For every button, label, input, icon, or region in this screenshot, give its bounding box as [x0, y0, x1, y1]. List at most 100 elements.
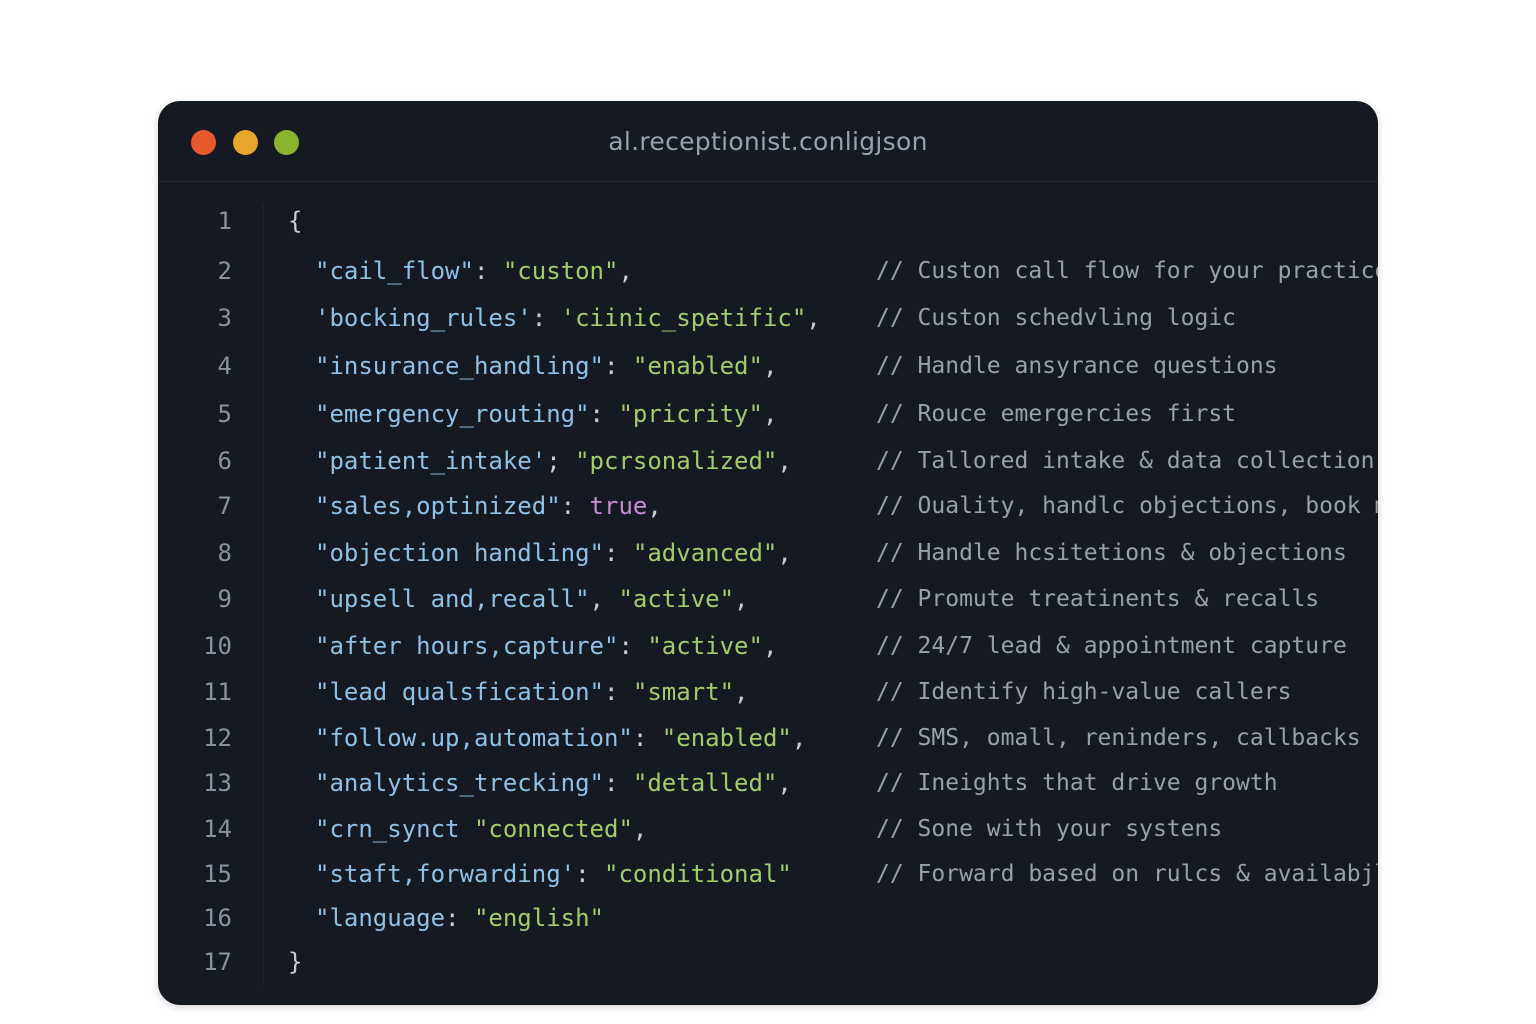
json-separator: : [445, 904, 474, 932]
json-trailing-comma: , [806, 304, 821, 332]
code-line: 2 "cail_flow": "custon", // Custon call fl… [158, 251, 1378, 291]
code-comment: // Ineights that drive growth [876, 770, 1278, 796]
json-key: "cail_flow" [315, 257, 474, 285]
json-separator: : [473, 257, 503, 285]
code-line: 16 "language: "english" [158, 898, 1378, 938]
code-line: 9 "upsell and,recall", "active", // Promut… [158, 579, 1378, 619]
line-number: 1 [217, 207, 232, 235]
json-key: "emergency_routing" [315, 400, 590, 428]
json-trailing-comma: , [777, 769, 792, 797]
code-statement: "lead qualsfication": "smart", [315, 672, 749, 712]
code-statement: "follow.up,automation": "enabled", [315, 718, 806, 758]
json-trailing-comma: , [734, 678, 749, 706]
code-comment: // 24/7 lead & appointment capture [876, 633, 1347, 659]
code-line: 7 "sales,optinized": true, // Ouality, han… [158, 486, 1378, 526]
json-value: "english" [473, 904, 604, 932]
json-value: "active" [647, 632, 763, 660]
code-line: 17} [158, 942, 1378, 982]
json-separator: : [632, 724, 662, 752]
line-number: 13 [203, 769, 232, 797]
code-content[interactable]: 1{2 "cail_flow": "custon",// Custon call … [158, 183, 1378, 1005]
json-trailing-comma: , [734, 585, 749, 613]
line-number: 17 [203, 948, 232, 976]
code-comment: // Handle hcsitetions & objections [876, 540, 1347, 566]
open-brace: { [288, 207, 303, 235]
line-number: 9 [217, 585, 232, 613]
json-key: "language [315, 904, 446, 932]
json-value: true [589, 492, 648, 520]
json-separator: , [589, 585, 619, 613]
json-key: "after hours,capture" [315, 632, 619, 660]
line-number: 3 [217, 304, 232, 332]
json-trailing-comma: , [762, 352, 778, 380]
json-value: "pricrity" [618, 400, 763, 428]
code-statement: "objection handling": "advanced", [315, 533, 792, 573]
code-line: 6 "patient_intake'; "pcrsonalized", // Tal… [158, 441, 1378, 481]
json-key: "analytics_trecking" [315, 769, 604, 797]
line-number: 14 [203, 815, 232, 843]
code-comment: // Custon call flow for your practico [876, 258, 1378, 284]
line-number: 4 [217, 352, 232, 380]
json-key: "patient_intake' [315, 447, 547, 475]
json-value: "smart" [632, 678, 735, 706]
json-trailing-comma: , [618, 257, 633, 285]
code-line: 8 "objection handling": "advanced", // Han… [158, 533, 1378, 573]
code-statement: "upsell and,recall", "active", [315, 579, 749, 619]
line-number: 12 [203, 724, 232, 752]
line-number: 8 [217, 539, 232, 567]
json-key: "sales,optinized" [315, 492, 561, 520]
code-comment: // Tallored intake & data collection [876, 448, 1375, 474]
json-value: "enabled" [632, 352, 763, 380]
code-comment: // Forward based on rulcs & availabjllty [876, 861, 1378, 887]
json-trailing-comma: , [762, 632, 778, 660]
code-line: 3 'bocking_rules': 'ciinic_spetific", // C… [158, 298, 1378, 338]
code-comment: // Ouality, handlc objections, book more [876, 493, 1378, 519]
json-value: 'ciinic_spetific" [560, 304, 807, 332]
json-trailing-comma: , [777, 447, 792, 475]
json-separator: : [618, 632, 648, 660]
json-trailing-comma: , [632, 815, 648, 843]
title-bar: al.receptionist.conligjson [158, 101, 1378, 182]
code-statement: 'bocking_rules': 'ciinic_spetific", [315, 298, 821, 338]
json-value: "active" [618, 585, 735, 613]
json-separator: ; [546, 447, 576, 475]
json-key: "staft,forwarding' [315, 860, 576, 888]
code-comment: // Identify high-value callers [876, 679, 1292, 705]
code-comment: // Handle ansyrance questions [876, 353, 1278, 379]
json-trailing-comma: , [791, 724, 807, 752]
json-value: "custon" [502, 257, 619, 285]
code-comment: // Promute treatinents & recalls [876, 586, 1320, 612]
code-statement: "language: "english" [315, 898, 604, 938]
code-line: 10 "after hours,capture": "active", // 24/… [158, 626, 1378, 666]
code-line: 5 "emergency_routing": "pricrity", // Rouc… [158, 394, 1378, 434]
json-separator: : [531, 304, 561, 332]
json-value: "advanced" [632, 539, 778, 567]
json-value: "conditional" [604, 860, 792, 888]
json-separator: : [603, 678, 633, 706]
code-statement: "staft,forwarding': "conditional" [315, 854, 792, 894]
line-number: 7 [217, 492, 232, 520]
json-key: "objection handling" [315, 539, 604, 567]
code-statement: "patient_intake'; "pcrsonalized", [315, 441, 792, 481]
code-line: 15 "staft,forwarding': "conditional" // Fo… [158, 854, 1378, 894]
json-trailing-comma: , [777, 539, 792, 567]
json-key: "follow.up,automation" [315, 724, 633, 752]
code-statement: "analytics_trecking": "detalled", [315, 763, 792, 803]
code-line: 12 "follow.up,automation": "enabled", // S… [158, 718, 1378, 758]
code-statement: "crn_synct "connected", [315, 809, 647, 849]
line-number: 5 [217, 400, 232, 428]
code-comment: // Sone with your systens [876, 816, 1223, 842]
json-trailing-comma: , [762, 400, 778, 428]
json-separator: : [603, 539, 633, 567]
json-value: "detalled" [632, 769, 778, 797]
line-number: 6 [217, 447, 232, 475]
code-editor-window: al.receptionist.conligjson 1{2 "cail_flow… [158, 101, 1378, 1005]
code-line: 13 "analytics_trecking": "detalled", // In… [158, 763, 1378, 803]
json-separator [460, 815, 474, 843]
json-key: 'bocking_rules' [315, 304, 532, 332]
line-number: 16 [203, 904, 232, 932]
code-line: 1{ [158, 201, 1378, 241]
json-value: "pcrsonalized" [575, 447, 778, 475]
json-key: "lead qualsfication" [315, 678, 604, 706]
code-statement: "sales,optinized": true, [315, 486, 662, 526]
